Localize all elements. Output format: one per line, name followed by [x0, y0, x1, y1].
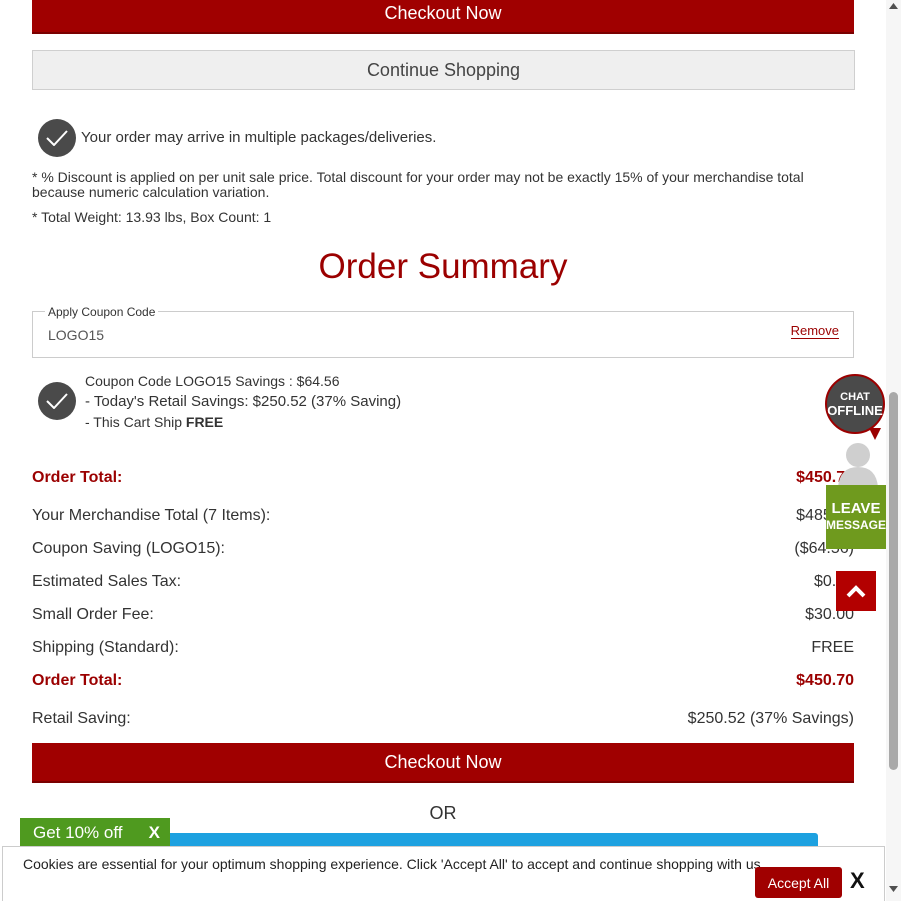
chat-status-line2: OFFLINE [827, 403, 883, 418]
coupon-savings-line: Coupon Code LOGO15 Savings : $64.56 [85, 373, 340, 389]
promo-tab[interactable]: Get 10% off X [20, 818, 170, 848]
summary-line-label: Order Total: [32, 469, 123, 486]
summary-line-label: Coupon Saving (LOGO15): [32, 540, 225, 557]
summary-line: Small Order Fee: $30.00 [32, 606, 854, 624]
retail-savings-line: - Today's Retail Savings: $250.52 (37% S… [85, 392, 402, 410]
weight-note: * Total Weight: 13.93 lbs, Box Count: 1 [32, 209, 272, 225]
check-icon [38, 119, 76, 157]
check-icon [38, 382, 76, 420]
vertical-scrollbar[interactable] [886, 0, 901, 901]
leave-line2: MESSAGE [826, 518, 887, 532]
summary-line: Estimated Sales Tax: $0.00 [32, 573, 854, 591]
free-ship-line: - This Cart Ship FREE [85, 412, 401, 433]
cookie-message: Cookies are essential for your optimum s… [23, 856, 765, 872]
discount-note: * % Discount is applied on per unit sale… [32, 169, 804, 200]
summary-line-value: FREE [811, 639, 854, 656]
summary-line: Order Total: $450.70 [32, 672, 854, 690]
person-icon [838, 443, 878, 487]
chevron-up-icon [846, 585, 866, 598]
summary-line-label: Estimated Sales Tax: [32, 573, 182, 590]
order-summary-title: Order Summary [318, 247, 568, 286]
chat-status-line1: CHAT [840, 391, 870, 403]
coupon-remove-link[interactable]: Remove [790, 324, 839, 339]
summary-line-label: Order Total: [32, 672, 123, 689]
savings-summary: Coupon Code LOGO15 Savings : $64.56 - To… [85, 371, 401, 433]
summary-line: Retail Saving: $250.52 (37% Savings) [32, 710, 854, 728]
leave-line1: LEAVE [831, 500, 881, 517]
coupon-field[interactable]: Apply Coupon Code LOGO15 Remove [32, 305, 854, 358]
checkout-now-button-top[interactable]: Checkout Now [32, 0, 854, 34]
scrollbar-thumb[interactable] [889, 392, 898, 770]
free-ship-prefix: - This Cart Ship [85, 414, 186, 430]
checkout-now-button-bottom[interactable]: Checkout Now [32, 743, 854, 783]
free-ship-value: FREE [185, 414, 224, 430]
promo-close-button[interactable]: X [149, 823, 160, 843]
cookie-close-button[interactable]: X [850, 868, 865, 894]
summary-line-label: Your Merchandise Total (7 Items): [32, 507, 271, 524]
leave-message-button[interactable]: LEAVE MESSAGE [826, 485, 886, 549]
packages-notice: Your order may arrive in multiple packag… [81, 129, 437, 146]
summary-line-label: Shipping (Standard): [32, 639, 179, 656]
scroll-up-arrow-icon[interactable] [889, 3, 898, 9]
summary-line: Shipping (Standard): FREE [32, 639, 854, 657]
promo-label[interactable]: Get 10% off [33, 823, 122, 843]
accept-all-button[interactable]: Accept All [755, 867, 842, 898]
summary-line: Coupon Saving (LOGO15): ($64.56) [32, 540, 854, 558]
summary-line-value: $250.52 (37% Savings) [687, 710, 854, 727]
summary-line-label: Small Order Fee: [32, 606, 154, 623]
summary-line: Order Total: $450.70 [32, 469, 854, 487]
cookie-banner: Cookies are essential for your optimum s… [2, 846, 885, 901]
back-to-top-button[interactable] [836, 571, 876, 611]
summary-line-label: Retail Saving: [32, 710, 131, 727]
summary-line: Your Merchandise Total (7 Items): $485.2… [32, 507, 854, 525]
chat-bubble-tail [869, 428, 881, 440]
summary-line-value: $450.70 [796, 672, 854, 689]
coupon-legend: Apply Coupon Code [45, 305, 159, 319]
continue-shopping-button[interactable]: Continue Shopping [32, 50, 855, 90]
coupon-input[interactable]: LOGO15 [48, 327, 104, 343]
chat-status-bubble[interactable]: CHAT OFFLINE [825, 374, 885, 434]
chat-widget[interactable]: CHAT OFFLINE LEAVE MESSAGE [822, 373, 888, 553]
paypal-button[interactable] [150, 833, 818, 847]
scroll-down-arrow-icon[interactable] [889, 886, 898, 892]
